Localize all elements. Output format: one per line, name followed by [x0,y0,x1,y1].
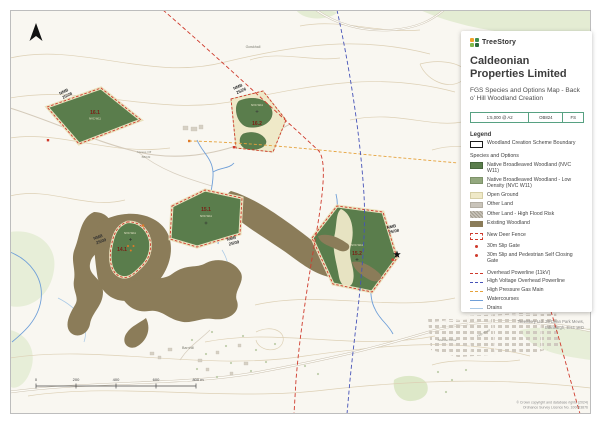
compartment-sub: NVC W11 [251,103,263,107]
open-ground-swatch [470,192,483,199]
svg-text:© Crown copyright and database: © Crown copyright and database rights (2… [516,401,588,405]
legend-item-open-ground: Open Ground [470,192,584,199]
compartment-id: 16.1 [90,110,100,116]
legend-item-flood-risk: Other Land - High Flood Risk [470,211,584,218]
legend-label: Native Broadleaved Woodland (NVC W11) [487,161,572,174]
powerline-11kv-swatch [470,273,483,275]
legend-heading: Legend [470,131,492,138]
nbw-low-swatch [470,177,483,184]
compartment-id: 15.1 [201,207,211,213]
existing-woodland-swatch [470,220,483,228]
watercourses-swatch [470,299,483,301]
slip-gate-dot-icon [470,243,483,250]
compartment-sub: NVC W11 [124,231,136,235]
compartment-sub: NVC W11 [351,243,363,247]
address-line2: Edinburgh, EH4 1ED [545,325,584,331]
compartment-id: 14.1 [117,247,127,253]
company-address: TreeStory Ltd. 39 Dean Park Mews, Edinbu… [470,319,584,331]
pedestrian-gate-dot-icon [470,253,483,260]
legend-item-deer-fence: New Deer Fence [470,232,584,240]
map-info-boxes: 1:5,000 @ A2 OB824 FS [470,111,584,123]
legend-item-gas-main: High Pressure Gas Main [470,287,584,293]
flood-risk-swatch [470,211,483,218]
scale-box: 1:5,000 @ A2 [470,111,530,123]
code-box: FS [563,111,584,123]
legend-label: Other Land - High Flood Risk [487,210,555,217]
gas-valve-marker [188,139,191,143]
drains-swatch [470,308,483,310]
place-label: Barnhill [182,346,194,350]
legend-label: 30m Slip Gate [487,242,520,249]
legend-item-other-land: Other Land [470,201,584,209]
compartment-sub: NVC W11 [200,214,212,218]
compartment-id: 15.2 [352,251,362,257]
legend-label: New Deer Fence [487,232,526,239]
street-label: Allander Drive [438,338,457,342]
other-land-swatch [470,201,483,209]
compartment-id: 16.2 [252,121,262,127]
place-label: Gowkhall [246,45,261,49]
brand-name: TreeStory [482,39,517,46]
legend-item-nbw: Native Broadleaved Woodland (NVC W11) [470,162,584,174]
deer-fence-swatch [470,232,483,240]
scale-label: 400 [113,377,120,382]
legend-label: High Voltage Overhead Powerline [487,278,565,285]
legend-label: Existing Woodland [487,220,530,227]
legend-item-pedestrian-gate: 30m Slip and Pedestrian Self Closing Gat… [470,252,584,264]
client-name: Caldeonian Properties Limited [470,55,567,80]
legend-item-drains: Drains [470,305,584,311]
os-attribution: © Crown copyright and database rights (2… [516,401,588,410]
nbw-swatch [470,162,483,169]
scale-label: 200 [73,377,80,382]
compartment-sub: NVC W11 [89,117,101,121]
legend-label: Woodland Creation Scheme Boundary [487,140,576,147]
legend-label: Overhead Powerline (11kV) [487,269,551,276]
reference-box: OB824 [529,111,564,123]
legend-item-slip-gate: 30m Slip Gate [470,243,584,250]
svg-text:Ordnance Survey Licence No. 10: Ordnance Survey Licence No. 100053876 [523,406,588,410]
legend-label: Drains [487,304,502,311]
hv-powerline-swatch [470,281,483,283]
legend-label: Other Land [487,201,513,208]
map-title: FGS Species and Options Map - Back o' Hi… [470,86,580,103]
legend-label: 30m Slip and Pedestrian Self Closing Gat… [487,252,573,265]
legend-item-hv-powerline: High Voltage Overhead Powerline [470,278,584,284]
legend-item-powerline-11kv: Overhead Powerline (11kV) [470,270,584,276]
legend-item-watercourses: Watercourses [470,296,584,302]
place-label: Access Off [137,150,152,154]
scale-label: 600 [153,377,160,382]
legend-item-existing-woodland: Existing Woodland [470,220,584,228]
legend-item-boundary: Woodland Creation Scheme Boundary [470,140,584,148]
legend-label: Watercourses [487,296,519,303]
gas-main-swatch [470,290,483,292]
treestory-logo-icon [470,38,479,47]
map-info-panel: TreeStory Caldeonian Properties Limited … [461,31,592,330]
legend-label: High Pressure Gas Main [487,287,544,294]
legend-item-nbw-low: Native Broadleaved Woodland - Low Densit… [470,177,584,189]
logo-row: TreeStory [470,38,584,47]
boundary-swatch [470,140,483,148]
species-options-heading: Species and Options [470,152,519,159]
legend-label: Open Ground [487,191,519,198]
scale-label: 800 m [192,377,204,382]
legend-label: Native Broadleaved Woodland - Low Densit… [487,176,572,189]
place-label: B8049 [142,155,151,159]
